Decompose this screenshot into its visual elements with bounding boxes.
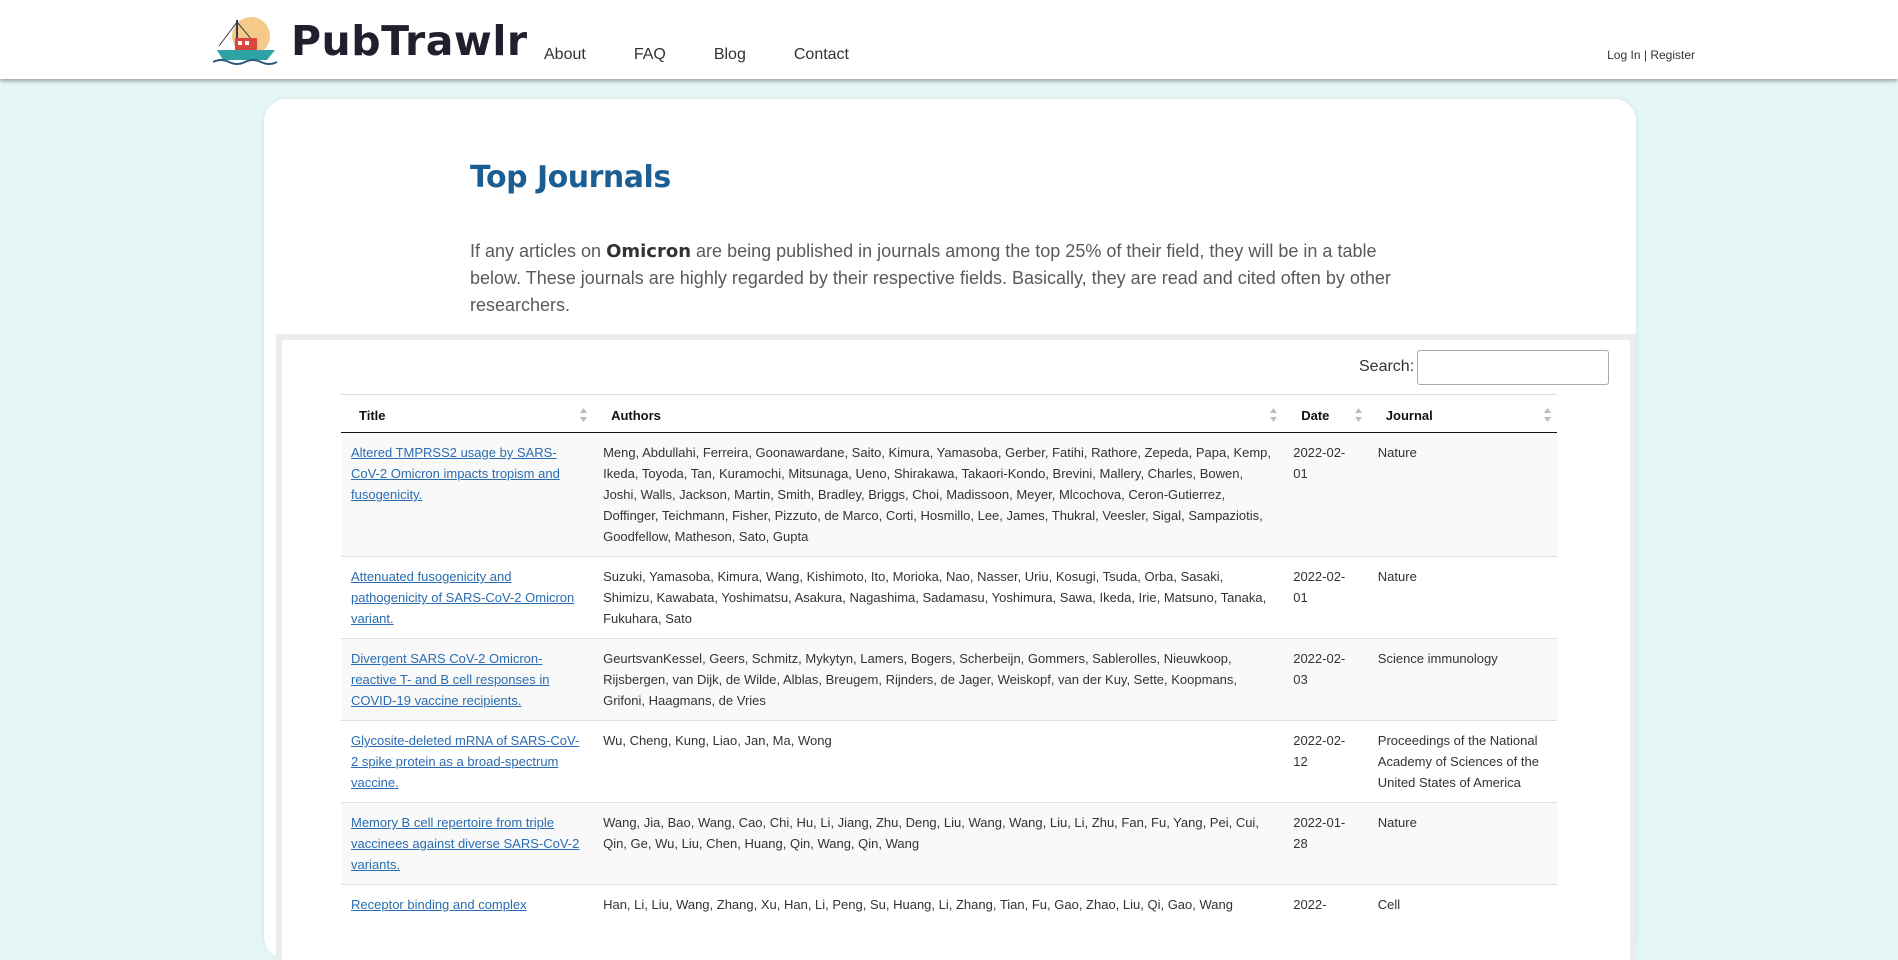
table-row: Attenuated fusogenicity and pathogenicit… bbox=[341, 556, 1557, 639]
date-cell: 2022-01-28 bbox=[1283, 802, 1368, 885]
journals-table: Title Authors Date Journal Altered TMPRS… bbox=[341, 394, 1557, 924]
sort-icon bbox=[1544, 408, 1551, 422]
column-header-date[interactable]: Date bbox=[1283, 394, 1368, 433]
authors-cell: GeurtsvanKessel, Geers, Schmitz, Mykytyn… bbox=[593, 638, 1284, 721]
column-header-label: Date bbox=[1301, 408, 1330, 423]
journal-cell: Nature bbox=[1367, 432, 1557, 557]
table-row: Receptor binding and complex Han, Li, Li… bbox=[341, 884, 1557, 924]
nav-blog[interactable]: Blog bbox=[714, 46, 746, 64]
nav-faq[interactable]: FAQ bbox=[634, 46, 666, 64]
authors-cell: Wu, Cheng, Kung, Liao, Jan, Ma, Wong bbox=[593, 720, 1284, 803]
sort-icon bbox=[1270, 408, 1278, 422]
intro-paragraph: If any articles on Omicron are being pub… bbox=[470, 238, 1430, 319]
article-title-link[interactable]: Glycosite-deleted mRNA of SARS-CoV-2 spi… bbox=[351, 733, 579, 790]
auth-links: Log In | Register bbox=[1607, 48, 1695, 62]
pubtrawlr-logo[interactable]: PubTrawlr bbox=[213, 16, 528, 66]
logo-text: PubTrawlr bbox=[291, 16, 528, 65]
date-cell: 2022-02-03 bbox=[1283, 638, 1368, 721]
fishing-boat-logo-icon bbox=[213, 17, 278, 65]
title-cell: Attenuated fusogenicity and pathogenicit… bbox=[341, 556, 594, 639]
table-header-row: Title Authors Date Journal bbox=[341, 394, 1557, 433]
title-cell: Memory B cell repertoire from triple vac… bbox=[341, 802, 594, 885]
journal-cell: Science immunology bbox=[1367, 638, 1557, 721]
journal-cell: Nature bbox=[1367, 556, 1557, 639]
date-cell: 2022-02-12 bbox=[1283, 720, 1368, 803]
column-header-title[interactable]: Title bbox=[341, 394, 594, 433]
register-link[interactable]: Register bbox=[1650, 48, 1695, 62]
article-title-link[interactable]: Attenuated fusogenicity and pathogenicit… bbox=[351, 569, 574, 626]
title-cell: Glycosite-deleted mRNA of SARS-CoV-2 spi… bbox=[341, 720, 594, 803]
nav-about[interactable]: About bbox=[544, 46, 586, 64]
nav-contact[interactable]: Contact bbox=[794, 46, 849, 64]
login-link[interactable]: Log In bbox=[1607, 48, 1640, 62]
article-title-link[interactable]: Altered TMPRSS2 usage by SARS-CoV-2 Omic… bbox=[351, 445, 560, 502]
sort-icon bbox=[1354, 408, 1362, 422]
date-cell: 2022-02-01 bbox=[1283, 432, 1368, 557]
table-row: Glycosite-deleted mRNA of SARS-CoV-2 spi… bbox=[341, 720, 1557, 803]
search-label: Search: bbox=[1359, 358, 1415, 375]
date-cell: 2022-02-01 bbox=[1283, 556, 1368, 639]
article-title-link[interactable]: Receptor binding and complex bbox=[351, 897, 527, 912]
journal-cell: Proceedings of the National Academy of S… bbox=[1367, 720, 1557, 803]
auth-separator: | bbox=[1643, 48, 1647, 62]
article-title-link[interactable]: Divergent SARS CoV-2 Omicron-reactive T-… bbox=[351, 651, 549, 708]
table-row: Divergent SARS CoV-2 Omicron-reactive T-… bbox=[341, 638, 1557, 721]
table-row: Memory B cell repertoire from triple vac… bbox=[341, 802, 1557, 885]
journal-cell: Nature bbox=[1367, 802, 1557, 885]
column-header-journal[interactable]: Journal bbox=[1367, 394, 1557, 433]
column-header-label: Title bbox=[359, 408, 386, 423]
title-cell: Receptor binding and complex bbox=[341, 884, 594, 924]
intro-text-start: If any articles on bbox=[470, 241, 607, 261]
authors-cell: Suzuki, Yamasoba, Kimura, Wang, Kishimot… bbox=[593, 556, 1284, 639]
main-nav: About FAQ Blog Contact bbox=[544, 46, 897, 64]
table-row: Altered TMPRSS2 usage by SARS-CoV-2 Omic… bbox=[341, 432, 1557, 557]
date-cell: 2022- bbox=[1283, 884, 1368, 924]
authors-cell: Han, Li, Liu, Wang, Zhang, Xu, Han, Li, … bbox=[593, 884, 1284, 924]
article-title-link[interactable]: Memory B cell repertoire from triple vac… bbox=[351, 815, 579, 872]
authors-cell: Meng, Abdullahi, Ferreira, Goonawardane,… bbox=[593, 432, 1284, 557]
column-header-label: Authors bbox=[611, 408, 661, 423]
authors-cell: Wang, Jia, Bao, Wang, Cao, Chi, Hu, Li, … bbox=[593, 802, 1284, 885]
column-header-label: Journal bbox=[1385, 408, 1433, 423]
sort-icon bbox=[580, 408, 588, 422]
title-cell: Altered TMPRSS2 usage by SARS-CoV-2 Omic… bbox=[341, 432, 594, 557]
search-input[interactable] bbox=[1417, 350, 1609, 385]
title-cell: Divergent SARS CoV-2 Omicron-reactive T-… bbox=[341, 638, 594, 721]
column-header-authors[interactable]: Authors bbox=[593, 394, 1284, 433]
page-title: Top Journals bbox=[470, 160, 671, 195]
journal-cell: Cell bbox=[1367, 884, 1557, 924]
topic-keyword: Omicron bbox=[606, 241, 692, 262]
top-navbar: PubTrawlr About FAQ Blog Contact Log In … bbox=[0, 0, 1898, 79]
